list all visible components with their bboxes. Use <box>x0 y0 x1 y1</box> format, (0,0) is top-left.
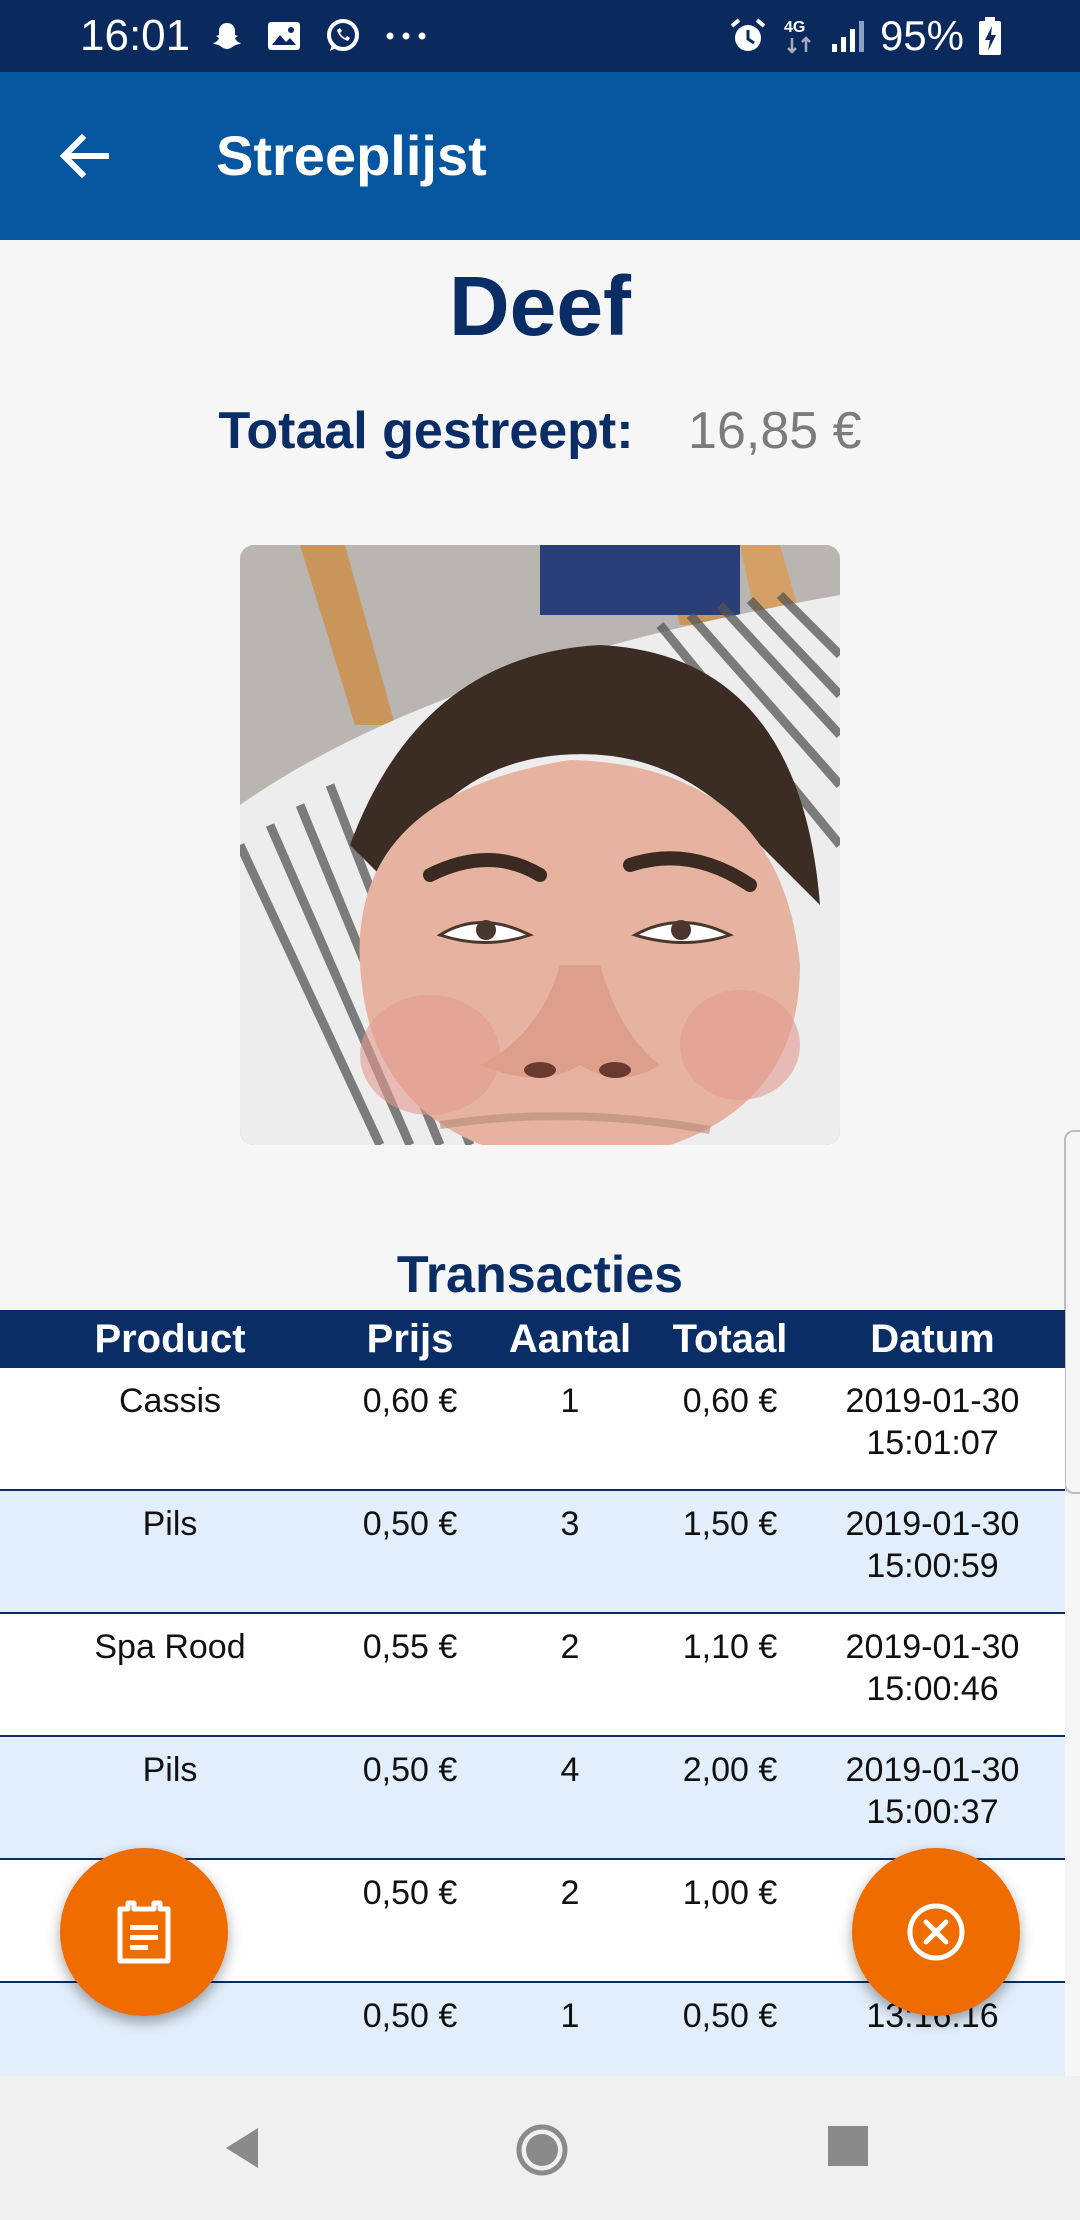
scroll-handle[interactable] <box>1064 1130 1080 1494</box>
cell-product: Pils <box>142 1505 198 1543</box>
system-icons: 4G 95% <box>728 10 1002 62</box>
cell-price: 0,60 € <box>362 1382 458 1420</box>
total-label: Totaal gestreept: <box>218 402 634 460</box>
cell-datetime: 2019-01-30 15:00:46 <box>800 1614 1065 1735</box>
table-row[interactable]: Pils 0,50 € 3 1,50 € 2019-01-30 15:00:59 <box>0 1491 1065 1614</box>
profile-photo[interactable] <box>240 545 840 1145</box>
cancel-circle-icon <box>907 1903 965 1961</box>
nav-home-button[interactable] <box>516 2124 568 2181</box>
cell-product: Cassis <box>118 1382 222 1420</box>
alarm-icon <box>728 16 768 56</box>
cell-total: 1,00 € <box>682 1874 778 1912</box>
cancel-fab-button[interactable] <box>852 1848 1020 2016</box>
column-product: Product <box>94 1317 246 1361</box>
receipt-icon <box>117 1900 171 1964</box>
cell-datetime: 2019-01-30 15:00:37 <box>800 1737 1065 1858</box>
cell-time: 15:00:37 <box>866 1793 999 1831</box>
system-nav-bar <box>0 2076 1080 2220</box>
square-recents-icon <box>828 2126 868 2166</box>
cell-total: 0,60 € <box>682 1382 778 1420</box>
table-row[interactable]: Pils 0,50 € 4 2,00 € 2019-01-30 15:00:37 <box>0 1737 1065 1860</box>
cell-date: 2019-01-30 <box>845 1751 1020 1789</box>
cell-date: 2019-01-30 <box>845 1628 1020 1666</box>
cell-total: 2,00 € <box>682 1751 778 1789</box>
cell-amount: 2 <box>560 1874 580 1912</box>
more-icon <box>384 31 428 41</box>
cell-time: 15:00:46 <box>866 1670 999 1708</box>
cell-datetime: 2019-01-30 15:01:07 <box>800 1368 1065 1489</box>
total-value: 16,85 € <box>688 402 862 460</box>
nav-recents-button[interactable] <box>826 2124 870 2173</box>
cell-date: 2019-01-30 <box>845 1505 1020 1543</box>
cell-price: 0,50 € <box>362 1505 458 1543</box>
battery-charging-icon <box>978 16 1002 56</box>
column-price: Prijs <box>366 1317 454 1361</box>
table-row[interactable]: Cassis 0,60 € 1 0,60 € 2019-01-30 15:01:… <box>0 1368 1065 1491</box>
person-name: Deef <box>448 259 632 353</box>
cell-date: 2019-01-30 <box>845 1382 1020 1420</box>
cell-amount: 2 <box>560 1628 580 1666</box>
status-time: 16:01 <box>80 11 191 60</box>
signal-icon <box>830 18 866 54</box>
cell-price: 0,55 € <box>362 1628 458 1666</box>
cell-price: 0,50 € <box>362 1874 458 1912</box>
app-bar-title: Streeplijst <box>216 124 487 187</box>
cell-amount: 1 <box>560 1382 580 1420</box>
cell-amount: 4 <box>560 1751 580 1789</box>
nav-back-button[interactable] <box>222 2124 262 2177</box>
status-bar: 16:01 4G 95% <box>0 0 1080 72</box>
column-total: Totaal <box>672 1317 788 1361</box>
network-type-icon: 4G <box>782 16 816 56</box>
cell-product: Pils <box>142 1751 198 1789</box>
battery-percent: 95% <box>879 12 964 59</box>
svg-text:4G: 4G <box>784 19 805 36</box>
triangle-back-icon <box>226 2128 258 2168</box>
table-row[interactable]: Spa Rood 0,55 € 2 1,10 € 2019-01-30 15:0… <box>0 1614 1065 1737</box>
back-button[interactable] <box>52 124 116 188</box>
receipt-fab-button[interactable] <box>60 1848 228 2016</box>
whatsapp-icon <box>324 17 362 55</box>
cell-time: 15:00:59 <box>866 1547 999 1585</box>
column-amount: Aantal <box>508 1317 632 1361</box>
app-bar: Streeplijst <box>0 72 1080 240</box>
table-header: Product Prijs Aantal Totaal Datum <box>0 1310 1065 1368</box>
cell-time: 15:01:07 <box>866 1424 999 1462</box>
notification-icons <box>210 14 428 58</box>
snapchat-icon <box>210 19 244 53</box>
cell-amount: 3 <box>560 1505 580 1543</box>
transactions-title: Transacties <box>396 1246 684 1304</box>
cell-total: 1,10 € <box>682 1628 778 1666</box>
cell-price: 0,50 € <box>362 1751 458 1789</box>
column-date: Datum <box>870 1317 995 1361</box>
image-icon <box>266 19 302 53</box>
arrow-back-icon <box>59 133 109 179</box>
cell-product: Spa Rood <box>94 1628 246 1666</box>
total-summary: Totaal gestreept: 16,85 € <box>0 400 1080 462</box>
cell-datetime: 2019-01-30 15:00:59 <box>800 1491 1065 1612</box>
cell-total: 1,50 € <box>682 1505 778 1543</box>
circle-home-icon <box>516 2124 568 2176</box>
